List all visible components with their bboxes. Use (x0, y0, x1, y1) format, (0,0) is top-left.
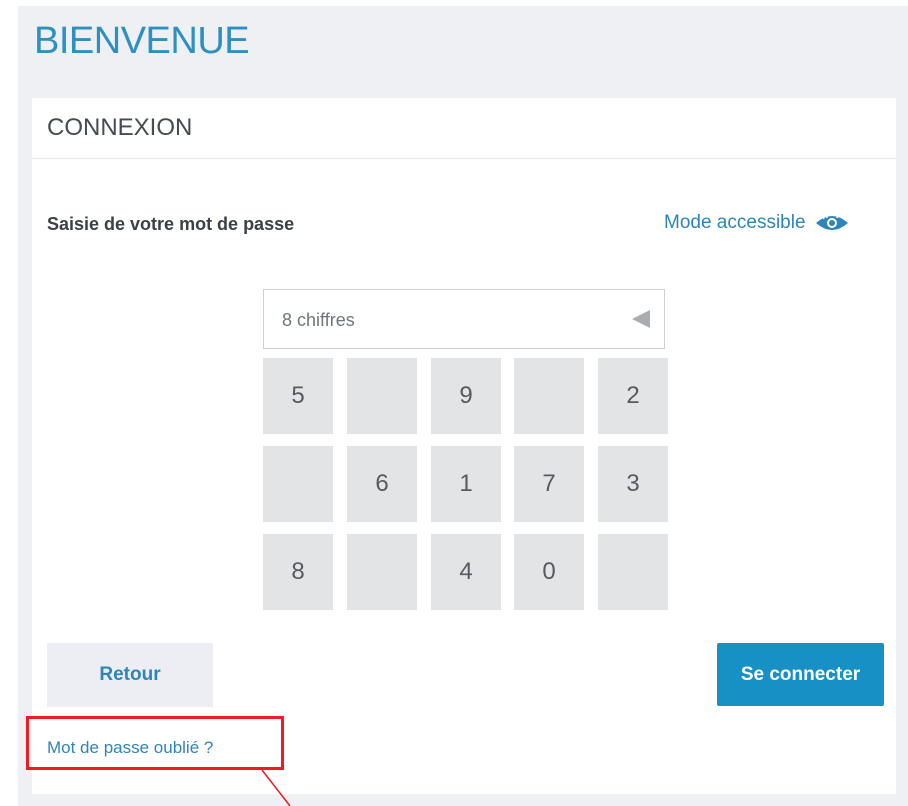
keypad-key[interactable]: 7 (514, 446, 584, 522)
keypad-key[interactable]: 6 (347, 446, 417, 522)
page: BIENVENUE CONNEXION Saisie de votre mot … (0, 0, 908, 806)
back-button[interactable]: Retour (47, 643, 213, 707)
keypad-key[interactable] (347, 534, 417, 610)
keypad-key[interactable] (598, 534, 668, 610)
keypad-key[interactable]: 0 (514, 534, 584, 610)
keypad-key[interactable]: 2 (598, 358, 668, 434)
pin-placeholder: 8 chiffres (282, 310, 355, 330)
backspace-triangle-icon[interactable] (630, 308, 652, 330)
forgot-password-link[interactable]: Mot de passe oublié ? (47, 738, 213, 758)
card-divider (32, 158, 896, 159)
keypad-key[interactable]: 8 (263, 534, 333, 610)
accessible-mode-link[interactable]: Mode accessible (664, 212, 850, 234)
keypad-key[interactable]: 1 (431, 446, 501, 522)
card-title: CONNEXION (47, 114, 193, 141)
login-button[interactable]: Se connecter (717, 643, 884, 706)
pin-input[interactable]: 8 chiffres (263, 289, 665, 349)
login-card: CONNEXION Saisie de votre mot de passe M… (32, 98, 896, 794)
password-label: Saisie de votre mot de passe (47, 214, 295, 234)
keypad-key[interactable]: 5 (263, 358, 333, 434)
keypad-key[interactable] (514, 358, 584, 434)
keypad-key[interactable]: 3 (598, 446, 668, 522)
keypad-key[interactable] (347, 358, 417, 434)
page-title: BIENVENUE (34, 20, 250, 62)
accessible-mode-label: Mode accessible (664, 212, 806, 233)
keypad-key[interactable]: 9 (431, 358, 501, 434)
keypad-key[interactable]: 4 (431, 534, 501, 610)
keypad: 5 9 2 6 1 7 3 8 4 0 (263, 358, 668, 610)
eye-icon (815, 213, 848, 230)
keypad-key[interactable] (263, 446, 333, 522)
